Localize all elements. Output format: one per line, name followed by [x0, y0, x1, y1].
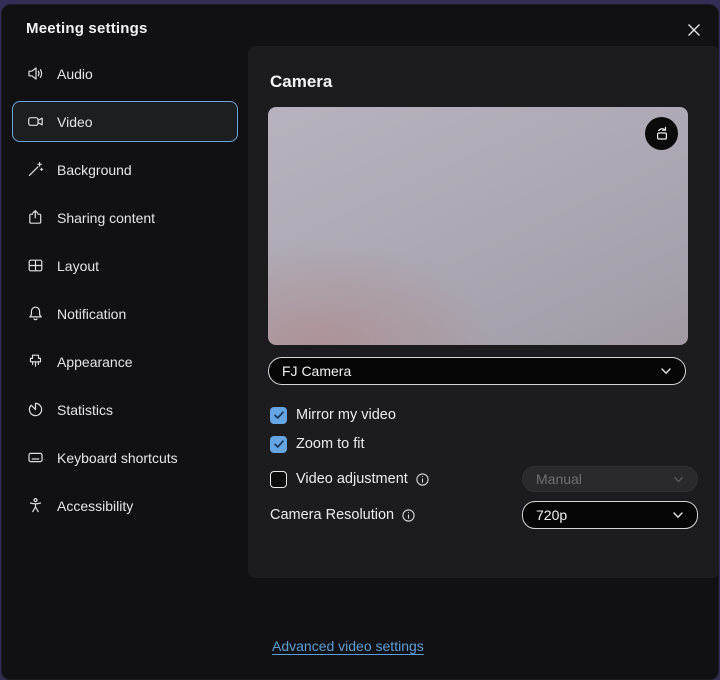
sidebar-item-appearance[interactable]: Appearance: [12, 341, 238, 382]
sidebar-item-label: Statistics: [57, 402, 113, 418]
zoom-to-fit-row: Zoom to fit: [270, 434, 698, 454]
sidebar-item-label: Background: [57, 162, 132, 178]
sidebar-item-accessibility[interactable]: Accessibility: [12, 485, 238, 526]
video-adjustment-label: Video adjustment: [296, 471, 408, 487]
chevron-down-icon: [671, 508, 685, 522]
sidebar-item-notification[interactable]: Notification: [12, 293, 238, 334]
video-adjustment-mode-select: Manual: [522, 466, 698, 492]
video-adjustment-checkbox[interactable]: [270, 471, 287, 488]
magic-wand-icon: [27, 161, 44, 178]
video-adjustment-mode-value: Manual: [536, 471, 582, 487]
sidebar-item-label: Layout: [57, 258, 99, 274]
video-settings-panel: Camera FJ Camera: [248, 46, 719, 578]
sidebar-item-statistics[interactable]: Statistics: [12, 389, 238, 430]
info-icon[interactable]: [401, 508, 416, 523]
sidebar-item-label: Video: [57, 114, 93, 130]
share-icon: [27, 209, 44, 226]
sidebar-item-label: Notification: [57, 306, 126, 322]
mirror-video-checkbox[interactable]: [270, 407, 287, 424]
flip-camera-icon: [653, 125, 671, 143]
pie-chart-icon: [27, 401, 44, 418]
zoom-to-fit-label: Zoom to fit: [296, 436, 365, 452]
sidebar-item-label: Accessibility: [57, 498, 133, 514]
sidebar-item-video[interactable]: Video: [12, 101, 238, 142]
video-adjustment-row: Video adjustment Manual: [270, 466, 698, 492]
sidebar-item-layout[interactable]: Layout: [12, 245, 238, 286]
meeting-settings-dialog: Meeting settings Audio: [1, 4, 719, 680]
accessibility-icon: [27, 497, 44, 514]
mirror-video-row: Mirror my video: [270, 405, 698, 425]
layout-grid-icon: [27, 257, 44, 274]
sidebar-item-audio[interactable]: Audio: [12, 53, 238, 94]
camera-device-value: FJ Camera: [282, 363, 351, 379]
info-icon[interactable]: [415, 472, 430, 487]
sidebar-item-sharing-content[interactable]: Sharing content: [12, 197, 238, 238]
mirror-video-label: Mirror my video: [296, 407, 396, 423]
camera-preview: [268, 107, 688, 345]
audio-icon: [27, 65, 44, 82]
camera-resolution-value: 720p: [536, 507, 567, 523]
checkmark-icon: [273, 409, 285, 421]
keyboard-icon: [27, 449, 44, 466]
chevron-down-icon: [659, 364, 673, 378]
camera-resolution-row: Camera Resolution 720p: [270, 501, 698, 529]
sidebar-item-keyboard-shortcuts[interactable]: Keyboard shortcuts: [12, 437, 238, 478]
zoom-to-fit-checkbox[interactable]: [270, 436, 287, 453]
video-options: Mirror my video Zoom to fit Video adjust…: [270, 405, 698, 529]
paintbrush-icon: [27, 353, 44, 370]
sidebar-item-label: Appearance: [57, 354, 133, 370]
dialog-title: Meeting settings: [26, 20, 148, 37]
camera-resolution-label: Camera Resolution: [270, 507, 394, 523]
video-icon: [27, 113, 44, 130]
checkmark-icon: [273, 438, 285, 450]
flip-camera-button[interactable]: [645, 117, 678, 150]
advanced-video-settings-link[interactable]: Advanced video settings: [272, 638, 424, 654]
sidebar-item-label: Audio: [57, 66, 93, 82]
camera-resolution-select[interactable]: 720p: [522, 501, 698, 529]
settings-sidebar: Audio Video Background: [2, 53, 248, 533]
close-icon: [687, 23, 701, 37]
close-button[interactable]: [683, 19, 705, 41]
sidebar-item-label: Sharing content: [57, 210, 155, 226]
camera-device-select[interactable]: FJ Camera: [268, 357, 686, 385]
sidebar-item-background[interactable]: Background: [12, 149, 238, 190]
panel-heading: Camera: [270, 72, 332, 92]
chevron-down-icon: [672, 473, 685, 486]
sidebar-item-label: Keyboard shortcuts: [57, 450, 178, 466]
bell-icon: [27, 305, 44, 322]
